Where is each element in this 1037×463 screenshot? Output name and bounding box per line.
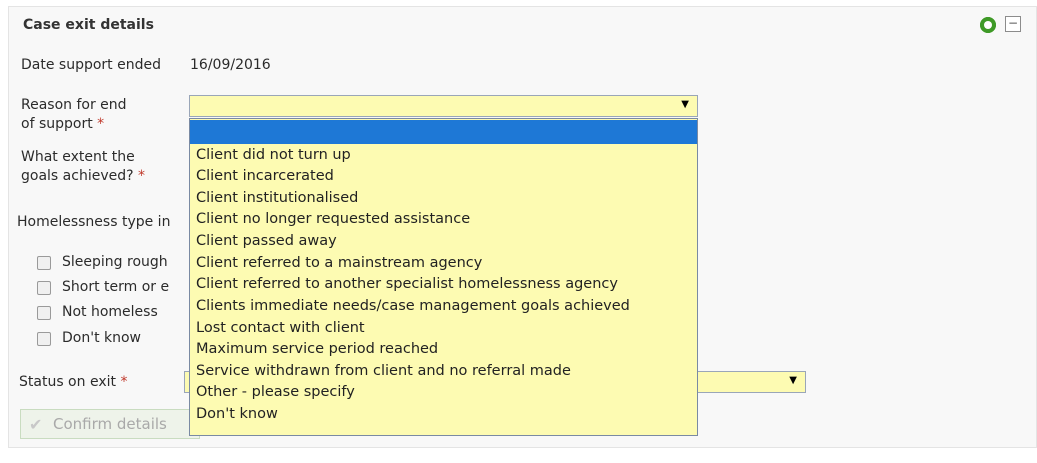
checkbox-short-term[interactable]: [37, 281, 51, 295]
goals-label-line2: goals achieved? *: [21, 168, 145, 184]
reason-select[interactable]: ▼: [189, 95, 698, 117]
checkbox-not-homeless[interactable]: [37, 306, 51, 320]
dropdown-option[interactable]: Client passed away: [190, 231, 697, 252]
dropdown-option[interactable]: Client institutionalised: [190, 188, 697, 209]
reason-label-line2: of support *: [21, 116, 105, 132]
dropdown-option[interactable]: Client referred to a mainstream agency: [190, 253, 697, 274]
dropdown-option[interactable]: Client incarcerated: [190, 166, 697, 187]
chevron-down-icon: ▼: [789, 375, 797, 386]
option-short-term: Short term or e: [62, 279, 170, 295]
dropdown-option-blank[interactable]: [190, 120, 697, 144]
option-sleeping-rough: Sleeping rough: [62, 254, 168, 270]
dropdown-option[interactable]: Client referred to another specialist ho…: [190, 274, 697, 295]
panel-title: Case exit details: [23, 17, 154, 33]
reason-label-line1: Reason for end: [21, 97, 127, 113]
dropdown-option[interactable]: Client did not turn up: [190, 145, 697, 166]
option-dont-know: Don't know: [62, 330, 142, 346]
checkbox-sleeping-rough[interactable]: [37, 256, 51, 270]
collapse-minus-icon[interactable]: −: [1005, 16, 1021, 32]
confirm-details-button[interactable]: ✔ Confirm details: [20, 409, 200, 439]
dropdown-option[interactable]: Maximum service period reached: [190, 339, 697, 360]
option-not-homeless: Not homeless: [62, 304, 158, 320]
date-support-ended-value: 16/09/2016: [190, 57, 271, 73]
date-support-ended-label: Date support ended: [21, 57, 161, 73]
checkbox-dont-know[interactable]: [37, 332, 51, 346]
status-on-exit-label: Status on exit *: [19, 374, 128, 390]
dropdown-option[interactable]: Don't know: [190, 404, 697, 425]
dropdown-option[interactable]: Lost contact with client: [190, 318, 697, 339]
goals-label-line1: What extent the: [21, 149, 135, 165]
dropdown-option[interactable]: Service withdrawn from client and no ref…: [190, 361, 697, 382]
panel-header: Case exit details −: [9, 7, 1036, 41]
status-circle-icon: [980, 17, 996, 33]
homelessness-label: Homelessness type in: [17, 214, 171, 230]
dropdown-option[interactable]: Other - please specify: [190, 382, 697, 403]
checkmark-icon: ✔: [29, 415, 43, 434]
dropdown-option[interactable]: Clients immediate needs/case management …: [190, 296, 697, 317]
dropdown-option[interactable]: Client no longer requested assistance: [190, 209, 697, 230]
confirm-details-label: Confirm details: [53, 415, 167, 433]
reason-dropdown-list[interactable]: Client did not turn up Client incarcerat…: [189, 118, 698, 436]
chevron-down-icon: ▼: [681, 99, 689, 110]
